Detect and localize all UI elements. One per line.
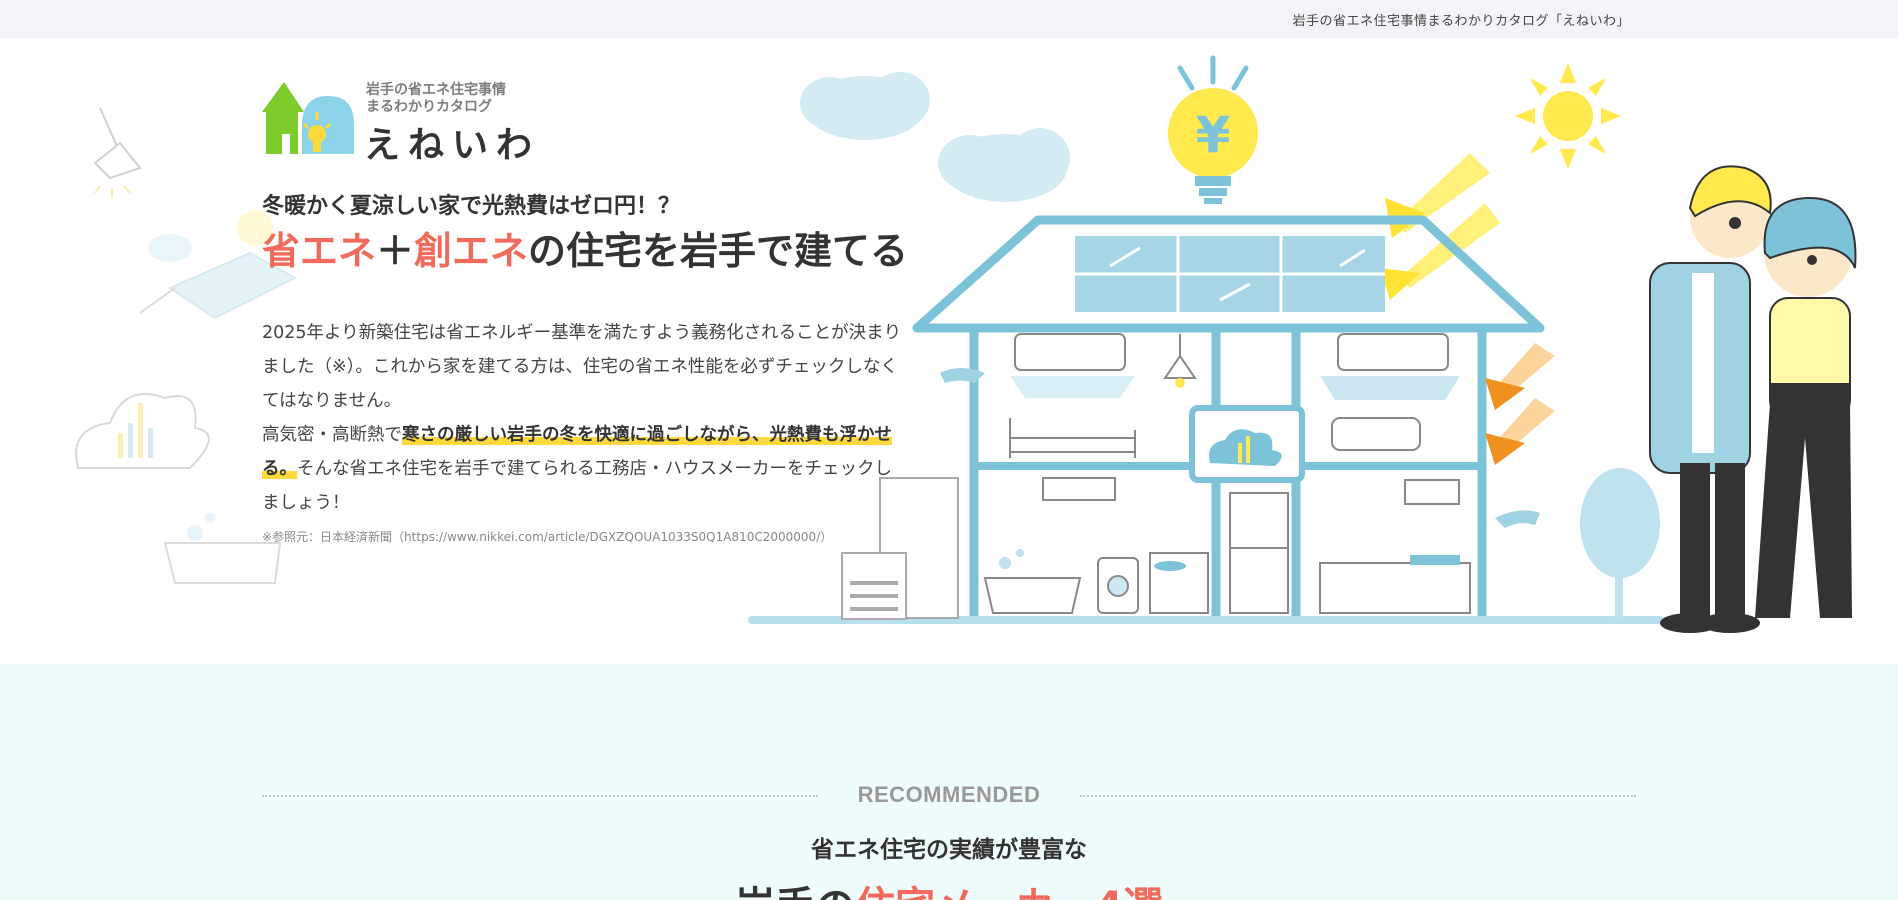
description-paragraph-2: 高気密・高断熱で寒さの厳しい岩手の冬を快適に過ごしながら、光熱費も浮かせる。そん… (262, 418, 902, 520)
recommended-section: RECOMMENDED 省エネ住宅の実績が豊富な 岩手の住宅メーカー4選 (0, 664, 1898, 900)
description-paragraph-1: 2025年より新築住宅は省エネルギー基準を満たすよう義務化されることが決まりまし… (262, 323, 902, 411)
tree-icon (1580, 468, 1660, 620)
hero-headline: 省エネ＋創エネの住宅を岩手で建てる (262, 220, 908, 275)
cloud-chart-icon (75, 393, 210, 469)
recommended-subtitle: 省エネ住宅の実績が豊富な (811, 837, 1087, 863)
site-logo[interactable]: 岩手の省エネ住宅事情 まるわかりカタログ えねいわ (262, 82, 582, 166)
ceiling-lamp-icon (93, 107, 142, 198)
yen-symbol: ¥ (1196, 106, 1231, 164)
sun-icon (1515, 63, 1621, 169)
recommended-label: RECOMMENDED (857, 782, 1041, 807)
description-prefix: 高気密・高断熱で (262, 425, 402, 445)
couple-illustration (1649, 165, 1857, 633)
hero-description: 2025年より新築住宅は省エネルギー基準を満たすよう義務化されることが決まりまし… (262, 316, 902, 520)
headline-accent-2: 創エネ (414, 229, 529, 273)
headline-plus: ＋ (376, 229, 415, 273)
logo-name: えねいわ (364, 125, 541, 166)
headline-rest: の住宅を岩手で建てる (528, 229, 909, 273)
hero-lead: 冬暖かく夏涼しい家で光熱費はゼロ円！？ (262, 194, 681, 219)
hero-section: ¥ 岩手の省エネ住宅事情 まるわかりカタログ えねいわ 冬暖かく夏涼しい家で光熱… (0, 38, 1898, 664)
recommended-title: 岩手の住宅メーカー4選 (0, 874, 1898, 900)
yen-bulb-icon: ¥ (1168, 55, 1258, 204)
house-logo-icon (262, 82, 354, 154)
logo-subtitle: 岩手の省エネ住宅事情 まるわかりカタログ (366, 82, 506, 116)
headline-accent-1: 省エネ (262, 229, 377, 273)
source-note: ※参照元：日本経済新聞（https://www.nikkei.com/artic… (262, 530, 833, 544)
recommended-title-accent: 住宅メーカー4選 (855, 884, 1163, 900)
logo-subtitle-line1: 岩手の省エネ住宅事情 (366, 82, 506, 98)
description-suffix: そんな省エネ住宅を岩手で建てられる工務店・ハウスメーカーをチェックしましょう！ (262, 459, 892, 513)
logo-subtitle-line2: まるわかりカタログ (366, 99, 492, 115)
bathtub-icon (163, 513, 282, 584)
recommended-title-prefix: 岩手の (735, 884, 855, 900)
cloud-icon (800, 72, 1070, 202)
site-tagline: 岩手の省エネ住宅事情まるわかりカタログ「えねいわ」 (1292, 14, 1630, 29)
heat-arrow-icon (1485, 343, 1555, 465)
top-bar: 岩手の省エネ住宅事情まるわかりカタログ「えねいわ」 (0, 0, 1898, 38)
